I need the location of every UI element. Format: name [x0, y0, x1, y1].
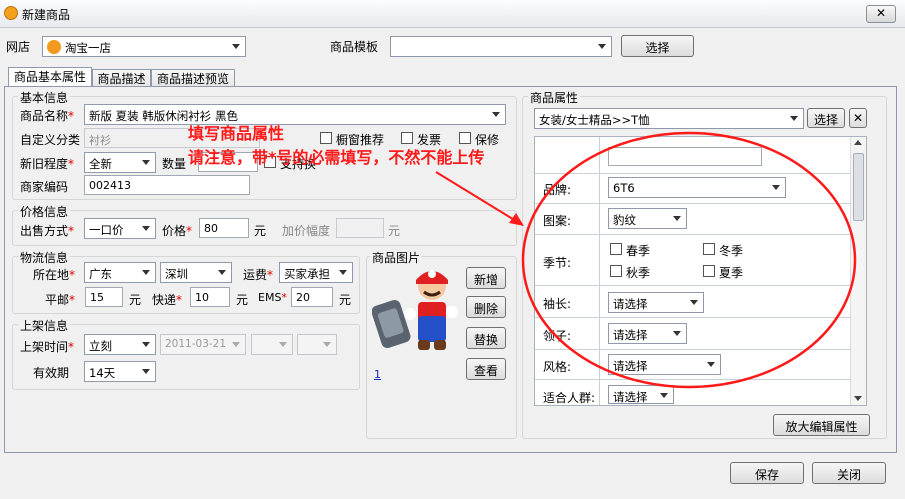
annotation-arrow-line [435, 171, 517, 222]
annotation-circle [521, 131, 857, 389]
save-button[interactable]: 保存 [730, 462, 804, 484]
annotation-arrow-head [509, 213, 524, 226]
close-button[interactable]: 关闭 [812, 462, 886, 484]
annotation-overlay [435, 131, 857, 389]
